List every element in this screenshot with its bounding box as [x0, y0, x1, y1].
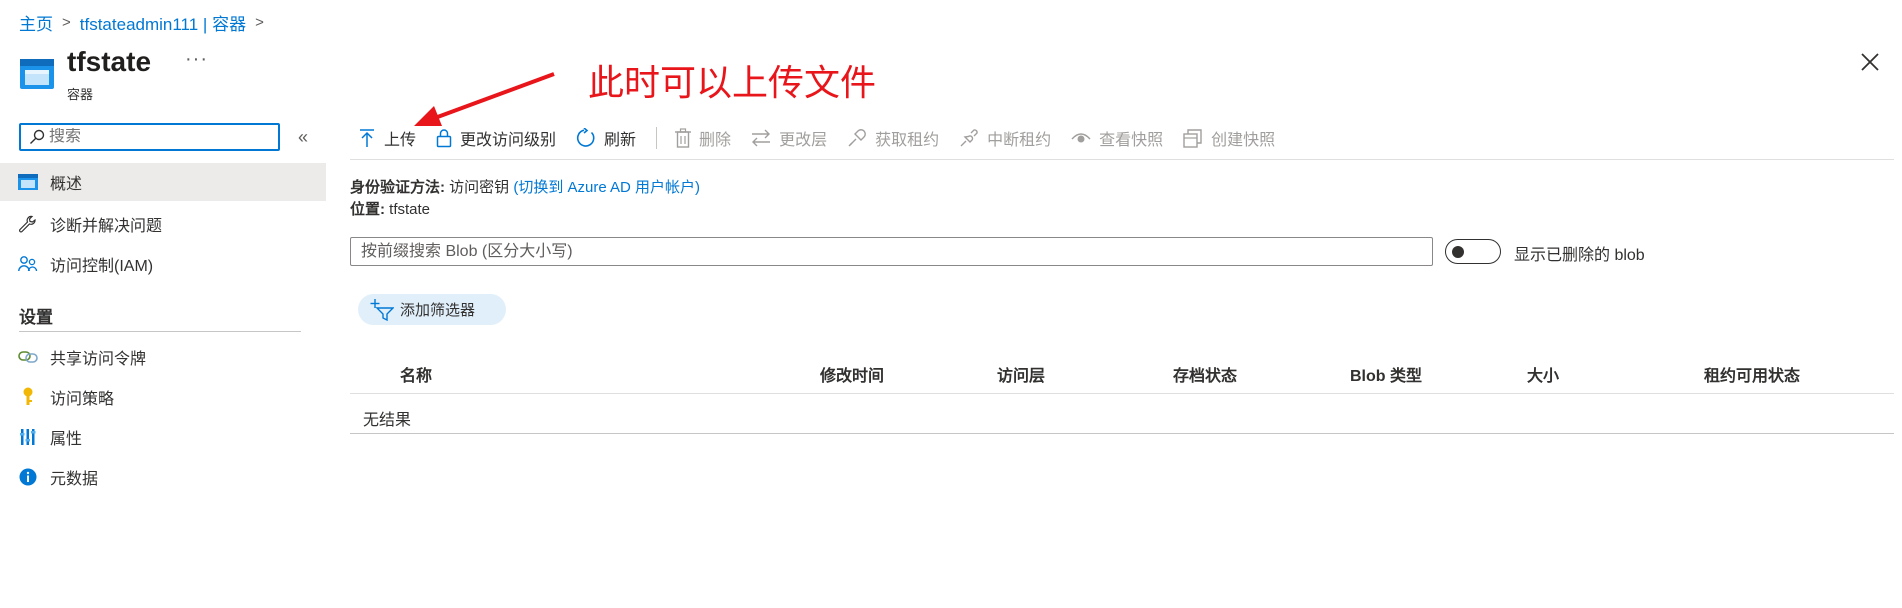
chevron-right-icon: > — [255, 14, 264, 31]
sidebar-item-label: 访问控制(IAM) — [50, 258, 154, 275]
sidebar-item-iam[interactable]: 访问控制(IAM) — [0, 245, 326, 283]
column-header-modified[interactable]: 修改时间 — [820, 362, 884, 386]
info-icon — [18, 467, 38, 487]
location: 位置: tfstate — [350, 198, 430, 219]
sidebar-item-access-policy[interactable]: 访问策略 — [0, 378, 326, 416]
sidebar-section-settings: 设置 — [19, 308, 53, 327]
divider — [350, 159, 1894, 160]
location-label: 位置: — [350, 201, 385, 218]
sidebar-item-metadata[interactable]: 元数据 — [0, 458, 326, 496]
breadcrumb-parent-link[interactable]: tfstateadmin111 | 容器 — [80, 10, 246, 35]
show-deleted-blobs-label: 显示已删除的 blob — [1514, 247, 1645, 264]
close-icon[interactable] — [1858, 50, 1882, 74]
swap-icon — [752, 129, 771, 147]
location-value: tfstate — [389, 201, 431, 218]
sidebar-item-overview[interactable]: 概述 — [0, 163, 326, 201]
sidebar-item-diagnose[interactable]: 诊断并解决问题 — [0, 205, 326, 243]
delete-label: 删除 — [699, 132, 732, 149]
search-box[interactable] — [19, 123, 280, 151]
sidebar-item-label: 元数据 — [50, 471, 99, 488]
add-filter-icon — [370, 298, 394, 321]
sidebar-item-label: 属性 — [50, 431, 83, 448]
people-icon — [18, 254, 38, 274]
break-lease-button[interactable]: 中断租约 — [959, 126, 1051, 150]
properties-icon — [18, 427, 38, 447]
divider — [350, 393, 1894, 394]
create-snapshot-label: 创建快照 — [1211, 132, 1276, 149]
change-access-level-button[interactable]: 更改访问级别 — [436, 126, 556, 150]
toolbar: 上传 更改访问级别 刷新 删除 更改层 获取租约 中断租约 查看快照 创建快照 — [358, 124, 1295, 152]
break-lease-label: 中断租约 — [987, 132, 1052, 149]
page-subtitle: 容器 — [67, 87, 94, 102]
sidebar-item-properties[interactable]: 属性 — [0, 418, 326, 456]
breadcrumb: 主页 > tfstateadmin111 | 容器 > — [19, 10, 273, 35]
upload-button[interactable]: 上传 — [358, 126, 416, 150]
auth-method: 身份验证方法: 访问密钥 (切换到 Azure AD 用户帐户) — [350, 176, 700, 197]
column-header-name[interactable]: 名称 — [400, 362, 432, 386]
key-icon — [18, 387, 38, 407]
page-title: tfstate — [67, 46, 152, 77]
refresh-icon — [576, 128, 595, 147]
add-filter-button[interactable]: 添加筛选器 — [358, 294, 506, 325]
change-access-level-label: 更改访问级别 — [460, 132, 557, 149]
search-icon — [30, 129, 45, 144]
blob-prefix-search-input[interactable]: 按前缀搜索 Blob (区分大小写) — [350, 237, 1433, 266]
add-filter-label: 添加筛选器 — [400, 302, 476, 319]
change-tier-label: 更改层 — [779, 132, 828, 149]
search-input[interactable] — [49, 128, 249, 146]
upload-label: 上传 — [384, 132, 417, 149]
acquire-lease-label: 获取租约 — [875, 132, 940, 149]
auth-method-label: 身份验证方法: — [350, 179, 445, 196]
delete-button[interactable]: 删除 — [675, 126, 731, 150]
wrench-icon — [18, 214, 38, 234]
annotation-text: 此时可以上传文件 — [588, 62, 877, 103]
auth-method-value: 访问密钥 — [449, 179, 510, 196]
lock-icon — [436, 129, 452, 148]
change-tier-button[interactable]: 更改层 — [751, 126, 827, 150]
empty-result-text: 无结果 — [363, 412, 412, 429]
collapse-sidebar-button[interactable]: « — [298, 127, 308, 148]
view-snapshots-button[interactable]: 查看快照 — [1071, 126, 1163, 150]
sidebar-item-shared-access-token[interactable]: 共享访问令牌 — [0, 338, 326, 376]
divider — [350, 433, 1894, 434]
trash-icon — [675, 128, 692, 148]
column-header-access-tier[interactable]: 访问层 — [997, 362, 1045, 386]
acquire-lease-button[interactable]: 获取租约 — [847, 126, 939, 150]
column-header-blob-type[interactable]: Blob 类型 — [1350, 362, 1422, 386]
divider — [656, 127, 658, 149]
sidebar-item-label: 诊断并解决问题 — [50, 218, 163, 235]
view-snapshots-label: 查看快照 — [1099, 132, 1164, 149]
upload-icon — [360, 129, 374, 147]
column-header-archive-status[interactable]: 存档状态 — [1173, 362, 1237, 386]
snapshot-icon — [1183, 129, 1202, 148]
chevron-right-icon: > — [62, 14, 71, 31]
container-icon — [19, 56, 55, 97]
link-icon — [18, 347, 38, 367]
sidebar-item-label: 共享访问令牌 — [50, 351, 147, 368]
divider — [19, 331, 301, 332]
sidebar-item-label: 访问策略 — [50, 391, 115, 408]
create-snapshot-button[interactable]: 创建快照 — [1183, 126, 1275, 150]
eye-icon — [1071, 133, 1091, 143]
refresh-button[interactable]: 刷新 — [576, 126, 636, 150]
column-header-lease-state[interactable]: 租约可用状态 — [1704, 362, 1800, 386]
switch-to-azure-ad-link[interactable]: (切换到 Azure AD 用户帐户) — [513, 179, 700, 196]
annotation-arrow-icon — [414, 72, 555, 126]
toggle-knob — [1452, 246, 1464, 258]
show-deleted-blobs-toggle[interactable] — [1445, 239, 1501, 264]
break-lease-icon — [960, 129, 978, 147]
refresh-label: 刷新 — [604, 132, 637, 149]
column-header-size[interactable]: 大小 — [1527, 362, 1559, 386]
breadcrumb-home-link[interactable]: 主页 — [19, 10, 53, 35]
sidebar-item-label: 概述 — [50, 176, 83, 193]
container-icon — [18, 172, 38, 192]
more-options-button[interactable]: ··· — [185, 48, 208, 71]
lease-icon — [848, 129, 867, 147]
